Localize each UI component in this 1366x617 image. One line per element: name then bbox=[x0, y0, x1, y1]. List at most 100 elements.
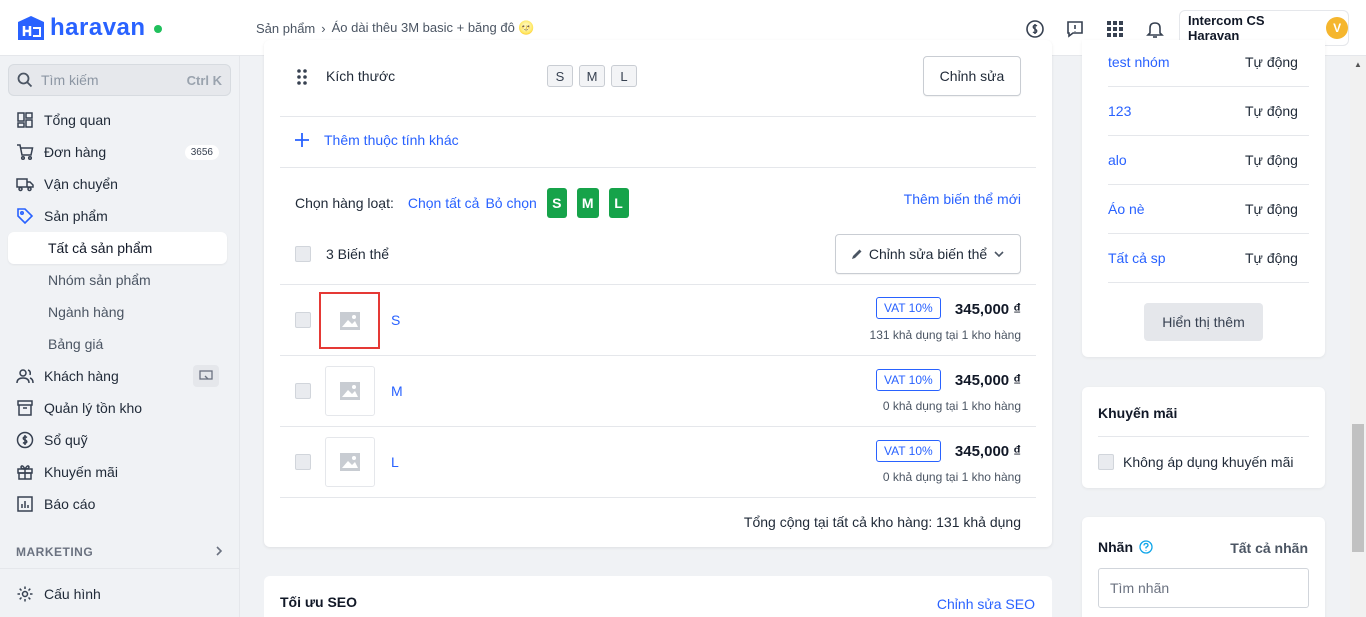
variant-image-m[interactable] bbox=[325, 366, 375, 416]
truck-icon bbox=[16, 178, 34, 192]
breadcrumb-current: Áo dài thêu 3M basic + băng đô 🌝 bbox=[331, 20, 535, 35]
drag-handle-icon[interactable] bbox=[296, 68, 308, 89]
collection-row: alo Tự động bbox=[1108, 136, 1309, 185]
seo-title: Tối ưu SEO bbox=[280, 594, 358, 610]
sidebar-item-orders[interactable]: Đơn hàng 3656 bbox=[8, 136, 227, 168]
collection-name[interactable]: Áo nè bbox=[1108, 201, 1145, 217]
marketing-section-toggle[interactable]: MARKETING bbox=[16, 545, 224, 560]
all-tags-link[interactable]: Tất cả nhãn bbox=[1230, 540, 1308, 556]
add-attribute-link[interactable]: Thêm thuộc tính khác bbox=[294, 132, 459, 148]
customers-screen-icon[interactable] bbox=[193, 365, 219, 387]
attribute-values: S M L bbox=[547, 65, 643, 87]
deselect-link[interactable]: Bỏ chọn bbox=[485, 195, 536, 211]
select-all-link[interactable]: Chọn tất cả bbox=[408, 195, 480, 211]
sidebar-item-price-list[interactable]: Bảng giá bbox=[8, 328, 227, 360]
sidebar-item-reports[interactable]: Báo cáo bbox=[8, 488, 227, 520]
dashboard-icon bbox=[17, 112, 33, 128]
chart-icon bbox=[17, 496, 33, 512]
sidebar-item-label: Đơn hàng bbox=[44, 144, 107, 160]
scroll-up-icon[interactable]: ▲ bbox=[1350, 56, 1366, 72]
orders-count-badge: 3656 bbox=[184, 144, 219, 160]
collection-mode: Tự động bbox=[1245, 201, 1298, 217]
feedback-icon[interactable] bbox=[1062, 16, 1088, 42]
collection-name[interactable]: alo bbox=[1108, 152, 1127, 168]
collection-name[interactable]: test nhóm bbox=[1108, 54, 1169, 70]
edit-variants-dropdown[interactable]: Chỉnh sửa biến thể bbox=[835, 234, 1021, 274]
divider bbox=[280, 355, 1036, 356]
logo-text: haravan bbox=[50, 14, 146, 41]
variant-checkbox-s[interactable] bbox=[295, 312, 311, 328]
sidebar-item-all-products[interactable]: Tất cả sản phẩm bbox=[8, 232, 227, 264]
haravan-logo-icon bbox=[18, 16, 44, 40]
no-promotion-checkbox[interactable] bbox=[1098, 454, 1114, 470]
plus-icon bbox=[295, 133, 309, 147]
currency-icon[interactable] bbox=[1022, 16, 1048, 42]
attribute-chip: M bbox=[579, 65, 605, 87]
edit-seo-link[interactable]: Chỉnh sửa SEO bbox=[937, 596, 1035, 612]
sidebar-item-label: Khách hàng bbox=[44, 368, 119, 384]
divider bbox=[1098, 436, 1309, 437]
scroll-thumb[interactable] bbox=[1352, 424, 1364, 552]
attribute-chip: L bbox=[611, 65, 637, 87]
bulk-chip-m[interactable]: M bbox=[576, 188, 599, 218]
variant-price: 345,000 ₫ bbox=[954, 372, 1021, 389]
vat-badge: VAT 10% bbox=[876, 297, 941, 319]
variant-image-l[interactable] bbox=[325, 437, 375, 487]
variant-checkbox-l[interactable] bbox=[295, 454, 311, 470]
variant-stock: 131 khả dụng tại 1 kho hàng bbox=[869, 328, 1021, 342]
total-stock: Tổng cộng tại tất cả kho hàng: 131 khả d… bbox=[743, 514, 1021, 530]
edit-attribute-button[interactable]: Chỉnh sửa bbox=[923, 56, 1021, 96]
archive-icon bbox=[17, 400, 33, 416]
variant-name-m[interactable]: M bbox=[391, 383, 403, 399]
sidebar-item-label: Quản lý tồn kho bbox=[44, 400, 143, 416]
help-icon[interactable] bbox=[1139, 540, 1153, 554]
sidebar-item-label: Cấu hình bbox=[44, 586, 101, 602]
breadcrumb-products[interactable]: Sản phẩm bbox=[256, 21, 315, 36]
vat-badge: VAT 10% bbox=[876, 440, 941, 462]
collection-name[interactable]: Tất cả sp bbox=[1108, 250, 1166, 266]
variant-stock: 0 khả dụng tại 1 kho hàng bbox=[882, 399, 1021, 413]
bulk-chip-s[interactable]: S bbox=[546, 188, 567, 218]
vat-badge: VAT 10% bbox=[876, 369, 941, 391]
divider bbox=[280, 497, 1036, 498]
sidebar-item-product-groups[interactable]: Nhóm sản phẩm bbox=[8, 264, 227, 296]
haravan-logo[interactable]: haravan bbox=[16, 14, 162, 42]
add-variant-link[interactable]: Thêm biến thể mới bbox=[904, 191, 1021, 207]
add-attribute-label: Thêm thuộc tính khác bbox=[324, 132, 459, 148]
scrollbar[interactable]: ▲ bbox=[1350, 56, 1366, 617]
sidebar-item-products[interactable]: Sản phẩm bbox=[8, 200, 227, 232]
bulk-chip-l[interactable]: L bbox=[608, 188, 629, 218]
tags-title: Nhãn bbox=[1098, 539, 1133, 555]
variant-checkbox-m[interactable] bbox=[295, 383, 311, 399]
collections-card: test nhóm Tự động 123 Tự động alo Tự độn… bbox=[1082, 40, 1325, 357]
sidebar-item-categories[interactable]: Ngành hàng bbox=[8, 296, 227, 328]
sidebar-item-label: Tất cả sản phẩm bbox=[48, 240, 153, 256]
search-input[interactable]: Tìm kiếm Ctrl K bbox=[8, 64, 231, 96]
show-more-button[interactable]: Hiển thị thêm bbox=[1144, 303, 1263, 341]
sidebar-item-inventory[interactable]: Quản lý tồn kho bbox=[8, 392, 227, 424]
image-placeholder-icon bbox=[340, 453, 360, 471]
seo-card: Tối ưu SEO Chỉnh sửa SEO bbox=[264, 576, 1052, 617]
sidebar-item-customers[interactable]: Khách hàng bbox=[8, 360, 227, 392]
chevron-right-icon bbox=[214, 545, 224, 560]
tag-search-input[interactable]: Tìm nhãn bbox=[1098, 568, 1309, 608]
sidebar-item-overview[interactable]: Tổng quan bbox=[8, 104, 227, 136]
bulk-select-label: Chọn hàng loạt: bbox=[295, 195, 394, 211]
no-promotion-label: Không áp dụng khuyến mãi bbox=[1123, 454, 1294, 470]
promotion-title: Khuyến mãi bbox=[1098, 405, 1178, 421]
marketing-label: MARKETING bbox=[16, 545, 94, 559]
sidebar-item-promotions[interactable]: Khuyến mãi bbox=[8, 456, 227, 488]
variant-name-s[interactable]: S bbox=[391, 312, 400, 328]
sidebar-item-settings[interactable]: Cấu hình bbox=[8, 578, 227, 610]
bulk-select-bar: Chọn hàng loạt: Chọn tất cả Bỏ chọn S M … bbox=[295, 188, 629, 218]
sidebar-item-cashbook[interactable]: Sổ quỹ bbox=[8, 424, 227, 456]
select-all-checkbox[interactable] bbox=[295, 246, 311, 262]
variant-name-l[interactable]: L bbox=[391, 454, 399, 470]
variant-stock: 0 khả dụng tại 1 kho hàng bbox=[882, 470, 1021, 484]
collection-row: Tất cả sp Tự động bbox=[1108, 234, 1309, 283]
sidebar-item-shipping[interactable]: Vận chuyển bbox=[8, 168, 227, 200]
variant-image-s[interactable] bbox=[319, 292, 380, 349]
divider bbox=[280, 167, 1036, 168]
gift-icon bbox=[17, 465, 33, 480]
collection-name[interactable]: 123 bbox=[1108, 103, 1131, 119]
